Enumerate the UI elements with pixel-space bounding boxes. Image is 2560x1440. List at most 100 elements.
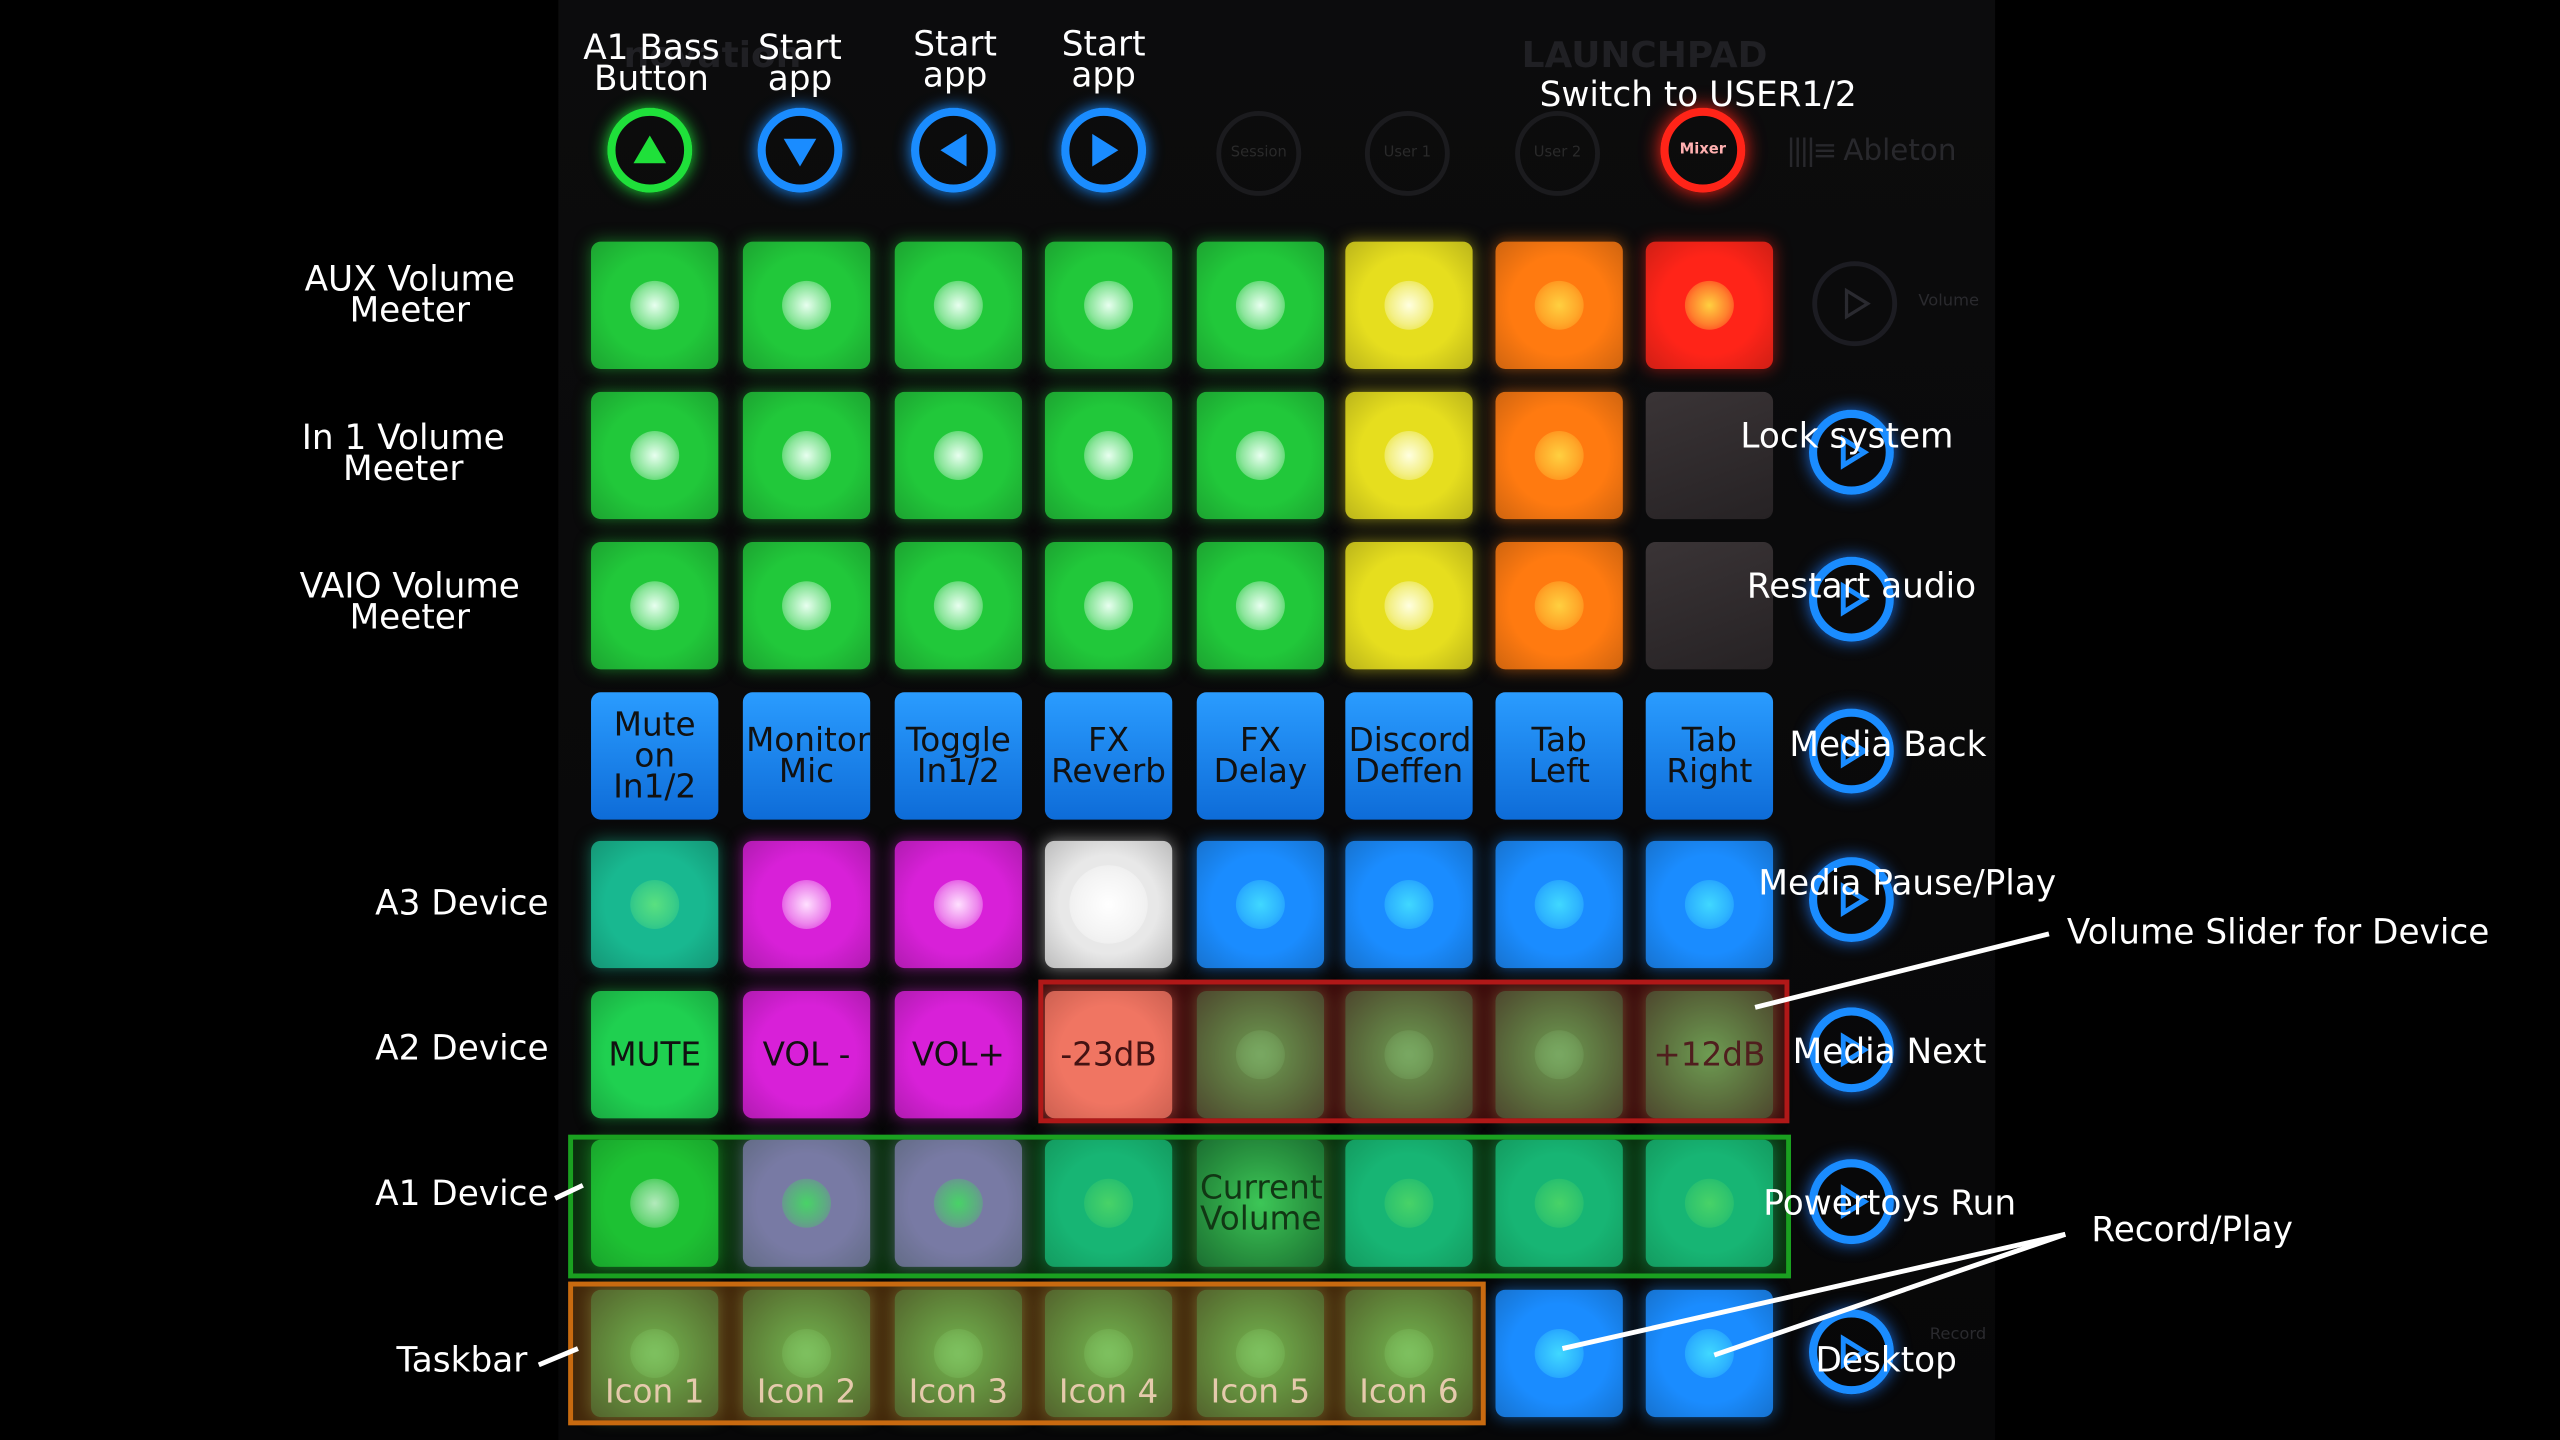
pad-led (1684, 280, 1734, 330)
pad-r2-c5[interactable] (1196, 391, 1325, 520)
pad-led (1534, 431, 1584, 480)
row-label-a2: A2 Device (375, 1028, 549, 1068)
pad-r4-c6[interactable]: Discord Deffen (1345, 692, 1473, 820)
pad-r7-c3[interactable] (894, 1139, 1023, 1267)
pad-r5-c3[interactable] (894, 840, 1023, 969)
pad-r8-c1[interactable]: Icon 1 (591, 1289, 719, 1418)
pad-r8-c3[interactable]: Icon 3 (894, 1289, 1023, 1418)
pad-r6-c7[interactable] (1495, 991, 1623, 1119)
pad-led (782, 879, 832, 929)
up-arrow-button[interactable] (607, 107, 693, 193)
pad-r6-c8[interactable]: +12dB (1645, 991, 1774, 1119)
pad-led (1384, 1030, 1434, 1080)
down-arrow-button[interactable] (757, 107, 843, 193)
side-button-volume[interactable] (1812, 261, 1898, 347)
pad-r3-c7[interactable] (1495, 542, 1623, 670)
pad-r5-c4[interactable] (1044, 840, 1173, 969)
pad-r6-c2[interactable]: VOL - (742, 991, 871, 1119)
pad-led (1534, 280, 1584, 330)
right-label-restart: Restart audio (1746, 566, 1977, 606)
pad-r3-c2[interactable] (742, 542, 871, 670)
pad-r5-c7[interactable] (1495, 840, 1623, 969)
pad-label: Tab Left (1528, 719, 1590, 791)
pad-r4-c2[interactable]: Monitor Mic (742, 692, 871, 820)
pad-r2-c3[interactable] (894, 391, 1023, 520)
pad-r4-c4[interactable]: FX Reverb (1044, 692, 1173, 820)
pad-r3-c6[interactable] (1345, 542, 1473, 670)
pad-label: VOL - (762, 1034, 851, 1074)
brand-launchpad: LAUNCHPAD (1521, 35, 1768, 77)
pad-r7-c4[interactable] (1044, 1139, 1173, 1267)
pad-r5-c8[interactable] (1645, 840, 1774, 969)
pad-r7-c7[interactable] (1495, 1139, 1623, 1267)
pad-r4-c3[interactable]: Toggle In1/2 (894, 692, 1023, 820)
pad-r4-c5[interactable]: FX Delay (1196, 692, 1325, 820)
pad-r8-c2[interactable]: Icon 2 (742, 1289, 871, 1418)
pad-r7-c2[interactable] (742, 1139, 871, 1267)
pad-label: Icon 3 (908, 1371, 1009, 1411)
pad-r3-c1[interactable] (591, 542, 719, 670)
pad-r4-c8[interactable]: Tab Right (1645, 692, 1774, 820)
pad-r6-c4[interactable]: -23dB (1044, 991, 1173, 1119)
pad-r2-c6[interactable] (1345, 391, 1473, 520)
pad-r8-c4[interactable]: Icon 4 (1044, 1289, 1173, 1418)
pad-r6-c5[interactable] (1196, 991, 1325, 1119)
pad-r7-c6[interactable] (1345, 1139, 1473, 1267)
pad-r3-c3[interactable] (894, 542, 1023, 670)
pad-r1-c6[interactable] (1345, 241, 1473, 369)
pad-label: -23dB (1060, 1034, 1157, 1074)
pad-r6-c1[interactable]: MUTE (591, 991, 719, 1119)
launchpad-photo: novation LAUNCHPAD ||||≡ Ableton Session… (0, 0, 2560, 1440)
left-arrow-button[interactable] (911, 107, 996, 193)
pad-r7-c1[interactable] (591, 1139, 719, 1267)
pad-r5-c2[interactable] (742, 840, 871, 969)
pad-r2-c4[interactable] (1044, 391, 1173, 520)
pad-r2-c1[interactable] (591, 391, 719, 520)
pad-r6-c3[interactable]: VOL+ (894, 991, 1023, 1119)
pad-r5-c6[interactable] (1345, 840, 1473, 969)
pad-led (1684, 879, 1734, 929)
pad-r2-c7[interactable] (1495, 391, 1623, 520)
pad-r1-c2[interactable] (742, 241, 871, 369)
pad-r8-c8[interactable] (1645, 1289, 1774, 1418)
pad-r1-c4[interactable] (1044, 241, 1173, 369)
pad-r2-c2[interactable] (742, 391, 871, 520)
pad-r7-c5[interactable]: Current Volume (1196, 1139, 1325, 1267)
pad-led (630, 1178, 680, 1228)
pad-r6-c6[interactable] (1345, 991, 1473, 1119)
pad-led (630, 431, 680, 480)
pad-r1-c7[interactable] (1495, 241, 1623, 369)
pad-r3-c5[interactable] (1196, 542, 1325, 670)
pad-r3-c4[interactable] (1044, 542, 1173, 670)
pad-r1-c1[interactable] (591, 241, 719, 369)
pad-label: MUTE (608, 1034, 702, 1074)
pad-r8-c6[interactable]: Icon 6 (1345, 1289, 1473, 1418)
session-button[interactable]: Session (1216, 111, 1302, 196)
row-label-a1: A1 Device (375, 1173, 549, 1214)
pad-r4-c7[interactable]: Tab Left (1495, 692, 1623, 820)
pad-r1-c8[interactable] (1645, 241, 1774, 369)
pad-r1-c5[interactable] (1196, 241, 1325, 369)
pad-r5-c1[interactable] (591, 840, 719, 969)
right-arrow-button[interactable] (1061, 107, 1147, 193)
down-arrow-icon (783, 138, 817, 167)
pad-r7-c8[interactable] (1645, 1139, 1774, 1267)
user2-button[interactable]: User 2 (1515, 111, 1600, 196)
mixer-button[interactable]: Mixer (1660, 107, 1746, 193)
pad-r1-c3[interactable] (894, 241, 1023, 369)
pad-led (782, 1178, 832, 1228)
top-label-start-app-2: Start app (913, 24, 997, 95)
row-label-in1: In 1 Volume Meeter (301, 417, 505, 489)
pad-label: FX Delay (1213, 719, 1308, 791)
pad-r5-c5[interactable] (1196, 840, 1325, 969)
pad-label: Monitor Mic (746, 719, 871, 791)
user1-button[interactable]: User 1 (1364, 111, 1450, 196)
pad-led (1684, 1328, 1734, 1378)
pad-led (1069, 865, 1148, 944)
pad-r8-c5[interactable]: Icon 5 (1196, 1289, 1325, 1418)
pad-led (933, 431, 983, 480)
pad-r8-c7[interactable] (1495, 1289, 1623, 1418)
pad-led (933, 879, 983, 929)
pad-r4-c1[interactable]: Mute on In1/2 (591, 692, 719, 820)
pad-label: Tab Right (1666, 719, 1753, 791)
